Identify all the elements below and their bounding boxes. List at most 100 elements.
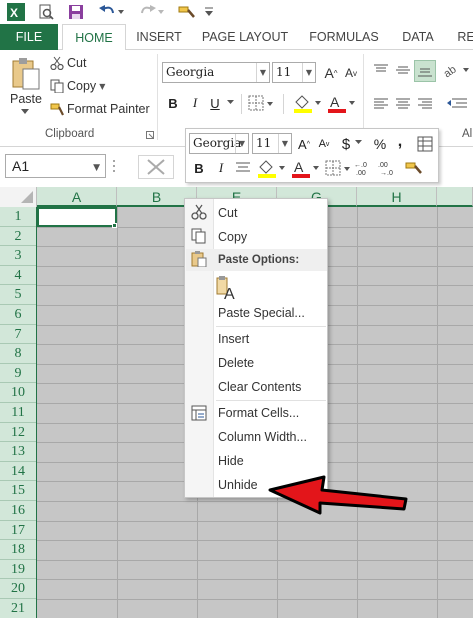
customize-qat-icon[interactable] <box>202 2 216 22</box>
font-size-combo[interactable]: 11 ▼ <box>272 62 316 83</box>
name-box[interactable]: A1 ▼ <box>5 154 106 178</box>
row-header-10[interactable]: 10 <box>0 383 36 403</box>
paste-icon[interactable] <box>10 56 42 92</box>
mini-format-painter-icon[interactable] <box>404 159 424 177</box>
fill-handle[interactable] <box>112 223 117 228</box>
mini-fill-color-icon[interactable] <box>256 157 286 179</box>
mini-grow-font-icon[interactable]: A ^ <box>296 135 312 153</box>
mini-font-size-dropdown-icon[interactable]: ▼ <box>278 134 291 153</box>
paste-button[interactable]: Paste <box>10 92 42 106</box>
decrease-indent-icon[interactable] <box>444 96 470 112</box>
italic-button[interactable]: I <box>187 94 203 112</box>
mini-comma-button[interactable]: , <box>394 132 406 152</box>
menu-item-format-cells[interactable]: Format Cells... <box>218 402 299 424</box>
row-header-20[interactable]: 20 <box>0 579 36 599</box>
font-name-combo[interactable]: Georgia ▼ <box>162 62 270 83</box>
menu-item-unhide[interactable]: Unhide <box>218 474 258 496</box>
menu-item-hide[interactable]: Hide <box>218 450 244 472</box>
row-header-1[interactable]: 1 <box>0 207 36 227</box>
fill-color-icon[interactable] <box>292 92 322 114</box>
row-header-16[interactable]: 16 <box>0 501 36 521</box>
mini-percent-button[interactable]: % <box>372 134 388 154</box>
tab-review-partial[interactable]: RE <box>451 24 473 50</box>
row-header-6[interactable]: 6 <box>0 305 36 325</box>
row-header-5[interactable]: 5 <box>0 285 36 305</box>
print-preview-icon[interactable] <box>36 2 56 22</box>
name-box-dropdown-icon[interactable]: ▼ <box>93 157 100 179</box>
row-header-4[interactable]: 4 <box>0 265 36 286</box>
tab-formulas[interactable]: FORMULAS <box>302 24 386 50</box>
font-color-icon[interactable]: A <box>326 92 356 114</box>
tab-insert[interactable]: INSERT <box>128 24 190 50</box>
column-header-a[interactable]: A <box>37 187 117 207</box>
row-header-15[interactable]: 15 <box>0 481 36 501</box>
menu-item-column-width[interactable]: Column Width... <box>218 426 307 448</box>
mini-shrink-font-icon[interactable]: Av <box>316 135 332 153</box>
tab-file[interactable]: FILE <box>0 24 58 50</box>
row-header-12[interactable]: 12 <box>0 422 36 443</box>
menu-item-copy[interactable]: Copy <box>218 226 247 248</box>
active-cell-a1[interactable] <box>37 207 117 227</box>
mini-currency-dropdown-icon[interactable] <box>354 138 362 146</box>
menu-item-insert[interactable]: Insert <box>218 328 249 350</box>
orientation-icon[interactable]: ab <box>442 62 472 78</box>
copy-button[interactable]: Copy ▼ <box>50 79 105 93</box>
mini-font-name-dropdown-icon[interactable]: ▼ <box>235 134 248 153</box>
menu-item-clear-contents[interactable]: Clear Contents <box>218 376 301 398</box>
mini-font-name-combo[interactable]: Georgia ▼ <box>189 133 249 154</box>
row-header-7[interactable]: 7 <box>0 324 36 345</box>
row-header-3[interactable]: 3 <box>0 246 36 266</box>
align-center-icon[interactable] <box>394 96 412 112</box>
mini-currency-button[interactable]: $ <box>338 134 354 154</box>
row-header-9[interactable]: 9 <box>0 363 36 384</box>
borders-icon[interactable] <box>248 94 274 112</box>
menu-item-cut[interactable]: Cut <box>218 202 237 224</box>
column-header-h[interactable]: H <box>357 187 437 207</box>
menu-item-paste-special[interactable]: Paste Special... <box>218 302 305 324</box>
align-left-icon[interactable] <box>372 96 390 112</box>
select-all-corner[interactable] <box>0 187 37 207</box>
row-header-2[interactable]: 2 <box>0 226 36 247</box>
tab-page-layout[interactable]: PAGE LAYOUT <box>195 24 295 50</box>
mini-increase-decimal-icon[interactable]: ←.0.00 <box>354 159 376 177</box>
grow-font-icon[interactable]: A ^ <box>322 64 340 82</box>
row-header-18[interactable]: 18 <box>0 540 36 560</box>
mini-font-size-combo[interactable]: 11 ▼ <box>252 133 292 154</box>
shrink-font-icon[interactable]: Av <box>342 64 360 82</box>
mini-italic-button[interactable]: I <box>213 159 229 177</box>
underline-button[interactable]: U <box>207 94 223 112</box>
row-header-21[interactable]: 21 <box>0 599 36 618</box>
row-header-19[interactable]: 19 <box>0 559 36 580</box>
formula-bar-grip-icon[interactable] <box>112 158 116 174</box>
underline-dropdown-icon[interactable] <box>226 98 234 106</box>
mini-borders-icon[interactable] <box>324 159 352 177</box>
mini-center-icon[interactable] <box>234 160 252 176</box>
font-size-dropdown-icon[interactable]: ▼ <box>302 63 315 82</box>
font-name-dropdown-icon[interactable]: ▼ <box>256 63 269 82</box>
mini-font-color-icon[interactable]: A <box>290 157 320 179</box>
top-align-icon[interactable] <box>372 62 390 78</box>
row-header-11[interactable]: 11 <box>0 403 36 423</box>
middle-align-icon[interactable] <box>394 62 412 78</box>
row-header-13[interactable]: 13 <box>0 442 36 462</box>
menu-item-delete[interactable]: Delete <box>218 352 254 374</box>
cancel-entry-icon[interactable] <box>138 155 174 179</box>
clipboard-launcher-icon[interactable] <box>145 130 154 139</box>
row-header-8[interactable]: 8 <box>0 344 36 364</box>
format-painter-qat-icon[interactable] <box>176 2 198 22</box>
copy-dropdown-icon[interactable]: ▼ <box>99 82 105 91</box>
column-header-partial[interactable] <box>437 187 473 207</box>
bold-button[interactable]: B <box>165 94 181 112</box>
paste-dropdown-icon[interactable] <box>20 108 30 116</box>
format-painter-button[interactable]: Format Painter <box>50 102 150 116</box>
save-icon[interactable] <box>66 2 86 22</box>
cut-button[interactable]: Cut <box>50 56 86 70</box>
paste-keep-source-icon[interactable]: A <box>215 275 239 301</box>
row-header-17[interactable]: 17 <box>0 520 36 541</box>
undo-icon[interactable] <box>96 2 126 22</box>
row-header-14[interactable]: 14 <box>0 461 36 482</box>
tab-home[interactable]: HOME <box>62 24 126 51</box>
align-right-icon[interactable] <box>416 96 434 112</box>
mini-decrease-decimal-icon[interactable]: .00 →.0 <box>378 159 400 177</box>
mini-format-table-icon[interactable] <box>416 135 434 153</box>
